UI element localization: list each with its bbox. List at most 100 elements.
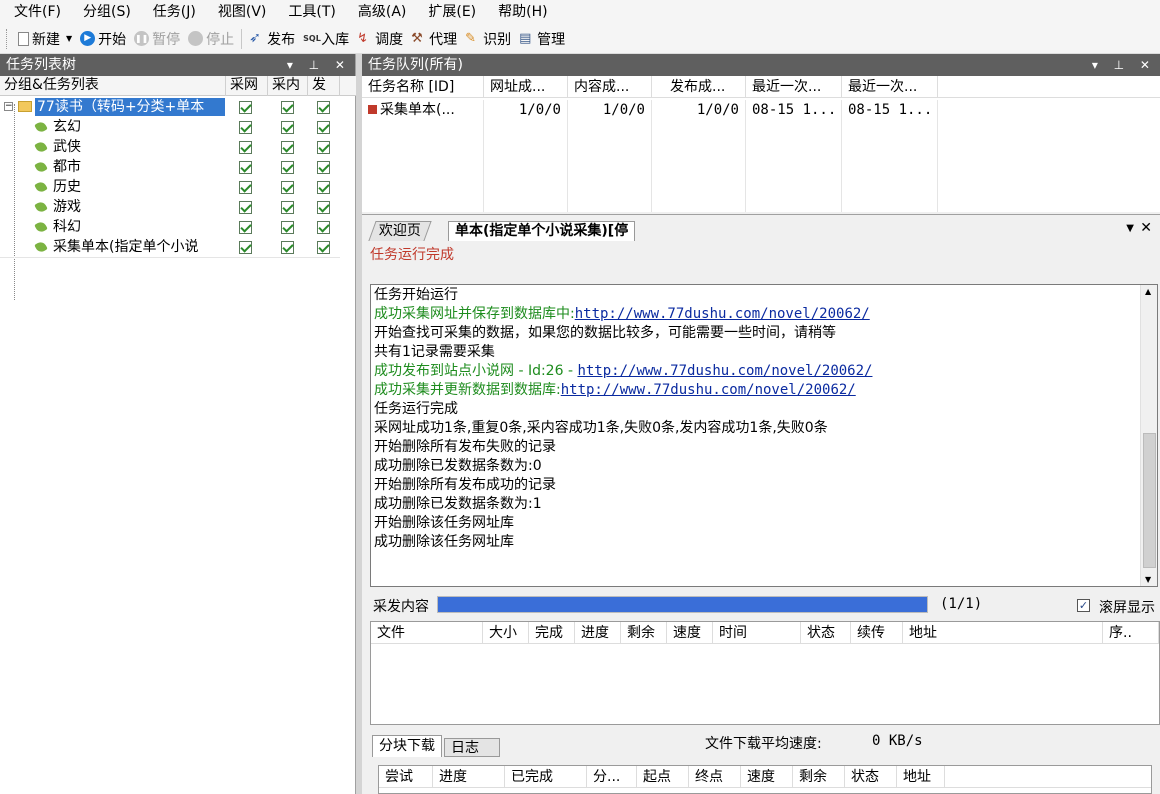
column-header-end[interactable]: 终点 — [689, 766, 741, 788]
checkbox-collect-url[interactable] — [239, 141, 252, 154]
checkbox-collect-content[interactable] — [281, 181, 294, 194]
collapse-icon[interactable]: − — [4, 102, 13, 111]
scroll-up-icon[interactable]: ▲ — [1145, 287, 1151, 296]
scroll-display-checkbox[interactable]: ✓ — [1077, 599, 1090, 612]
publish-button[interactable]: ➶ 发布 — [245, 27, 299, 51]
menu-file[interactable]: 文件(F) — [0, 0, 69, 24]
column-header-file[interactable]: 文件 — [371, 622, 483, 644]
column-header-remaining[interactable]: 剩余 — [621, 622, 667, 644]
column-header-last-run-2[interactable]: 最近一次... — [842, 76, 938, 98]
column-header-size[interactable]: 大小 — [483, 622, 529, 644]
checkbox-publish[interactable] — [317, 101, 330, 114]
scroll-thumb[interactable] — [1143, 433, 1156, 568]
start-button[interactable]: ▶ 开始 — [76, 27, 130, 51]
tree-item-row[interactable]: 玄幻 — [0, 117, 340, 137]
log-link[interactable]: http://www.77dushu.com/novel/20062/ — [577, 363, 872, 379]
column-header-status[interactable]: 状态 — [801, 622, 851, 644]
checkbox-collect-url[interactable] — [239, 221, 252, 234]
checkbox-publish[interactable] — [317, 141, 330, 154]
column-header-url-success[interactable]: 网址成... — [484, 76, 568, 98]
log-link[interactable]: http://www.77dushu.com/novel/20062/ — [575, 306, 870, 322]
task-queue-row[interactable]: 采集单本(... 1/0/0 1/0/0 1/0/0 08-15 1... 08… — [362, 100, 938, 120]
tree-item-row[interactable]: 科幻 — [0, 217, 340, 237]
column-header-done[interactable]: 完成 — [529, 622, 575, 644]
checkbox-publish[interactable] — [317, 161, 330, 174]
panel-controls[interactable]: ▾ ⊥ ✕ — [287, 54, 351, 76]
column-header-content-success[interactable]: 内容成... — [568, 76, 652, 98]
column-header-attempt[interactable]: 尝试 — [379, 766, 433, 788]
column-header-completed[interactable]: 已完成 — [505, 766, 587, 788]
column-header-start[interactable]: 起点 — [637, 766, 689, 788]
file-download-grid[interactable]: 文件 大小 完成 进度 剩余 速度 时间 状态 续传 地址 序.. — [370, 621, 1160, 725]
column-header-address[interactable]: 地址 — [897, 766, 945, 788]
tab-log[interactable]: 日志 — [444, 738, 500, 757]
checkbox-collect-url[interactable] — [239, 201, 252, 214]
checkbox-collect-content[interactable] — [281, 101, 294, 114]
tree-group-row[interactable]: − 77读书（转码+分类+单本 — [0, 97, 340, 117]
checkbox-publish[interactable] — [317, 201, 330, 214]
column-header-publish[interactable]: 发 — [308, 76, 340, 96]
column-header-publish-success[interactable]: 发布成... — [652, 76, 746, 98]
column-header-remaining[interactable]: 剩余 — [793, 766, 845, 788]
column-header-task-name[interactable]: 任务名称 [ID] — [362, 76, 484, 98]
panel-controls[interactable]: ▾ ⊥ ✕ — [1092, 54, 1156, 76]
checkbox-collect-url[interactable] — [239, 241, 252, 254]
column-header-resume[interactable]: 续传 — [851, 622, 903, 644]
checkbox-collect-content[interactable] — [281, 241, 294, 254]
tree-item-row[interactable]: 都市 — [0, 157, 340, 177]
stop-button[interactable]: 停止 — [184, 27, 238, 51]
tree-item-row[interactable]: 历史 — [0, 177, 340, 197]
log-link[interactable]: http://www.77dushu.com/novel/20062/ — [561, 382, 856, 398]
column-header-speed[interactable]: 速度 — [667, 622, 713, 644]
column-header-progress[interactable]: 进度 — [433, 766, 505, 788]
log-output[interactable]: 任务开始运行 成功采集网址并保存到数据库中:http://www.77dushu.… — [370, 284, 1158, 587]
column-header-tasks[interactable]: 分组&任务列表 — [0, 76, 226, 96]
column-header-time[interactable]: 时间 — [713, 622, 801, 644]
close-icon[interactable]: ✕ — [1140, 220, 1152, 236]
checkbox-collect-content[interactable] — [281, 141, 294, 154]
import-button[interactable]: SQL 入库 — [299, 27, 353, 51]
column-header-address[interactable]: 地址 — [903, 622, 1103, 644]
column-header-seq[interactable]: 序.. — [1103, 622, 1159, 644]
checkbox-collect-content[interactable] — [281, 201, 294, 214]
debug-button[interactable]: ↯ 调度 — [353, 27, 407, 51]
checkbox-collect-url[interactable] — [239, 181, 252, 194]
tab-chunk-download[interactable]: 分块下载 — [372, 735, 442, 757]
checkbox-collect-content[interactable] — [281, 161, 294, 174]
menu-help[interactable]: 帮助(H) — [484, 0, 555, 24]
column-header-progress[interactable]: 进度 — [575, 622, 621, 644]
menu-tools[interactable]: 工具(T) — [274, 0, 343, 24]
scroll-down-icon[interactable]: ▼ — [1145, 575, 1151, 584]
tab-welcome[interactable]: 欢迎页 — [368, 221, 432, 241]
tab-active-task[interactable]: 单本(指定单个小说采集)[停 — [448, 221, 636, 241]
tree-item-row[interactable]: 采集单本(指定单个小说 — [0, 237, 340, 257]
column-header-chunk[interactable]: 分... — [587, 766, 637, 788]
chunk-grid[interactable]: 尝试 进度 已完成 分... 起点 终点 速度 剩余 状态 地址 — [378, 765, 1152, 794]
menu-extensions[interactable]: 扩展(E) — [414, 0, 484, 24]
checkbox-collect-url[interactable] — [239, 121, 252, 134]
tree-item-row[interactable]: 游戏 — [0, 197, 340, 217]
checkbox-collect-content[interactable] — [281, 221, 294, 234]
menu-advanced[interactable]: 高级(A) — [344, 0, 415, 24]
chevron-down-icon[interactable]: ▼ — [66, 34, 72, 43]
menu-view[interactable]: 视图(V) — [204, 0, 275, 24]
manage-button[interactable]: ▤ 管理 — [515, 27, 569, 51]
checkbox-publish[interactable] — [317, 221, 330, 234]
menu-group[interactable]: 分组(S) — [69, 0, 139, 24]
checkbox-publish[interactable] — [317, 181, 330, 194]
checkbox-collect-url[interactable] — [239, 101, 252, 114]
checkbox-collect-content[interactable] — [281, 121, 294, 134]
column-header-status[interactable]: 状态 — [845, 766, 897, 788]
pause-button[interactable]: ❚❚ 暂停 — [130, 27, 184, 51]
column-header-last-run[interactable]: 最近一次... — [746, 76, 842, 98]
new-button[interactable]: 新建 ▼ — [14, 27, 76, 51]
recognize-button[interactable]: ✎ 识别 — [461, 27, 515, 51]
log-scrollbar[interactable]: ▲ ▼ — [1140, 285, 1157, 586]
checkbox-publish[interactable] — [317, 241, 330, 254]
column-header-collect-url[interactable]: 采网 — [226, 76, 268, 96]
checkbox-collect-url[interactable] — [239, 161, 252, 174]
menu-task[interactable]: 任务(J) — [139, 0, 204, 24]
tree-item-row[interactable]: 武侠 — [0, 137, 340, 157]
proxy-button[interactable]: ⚒ 代理 — [407, 27, 461, 51]
checkbox-publish[interactable] — [317, 121, 330, 134]
